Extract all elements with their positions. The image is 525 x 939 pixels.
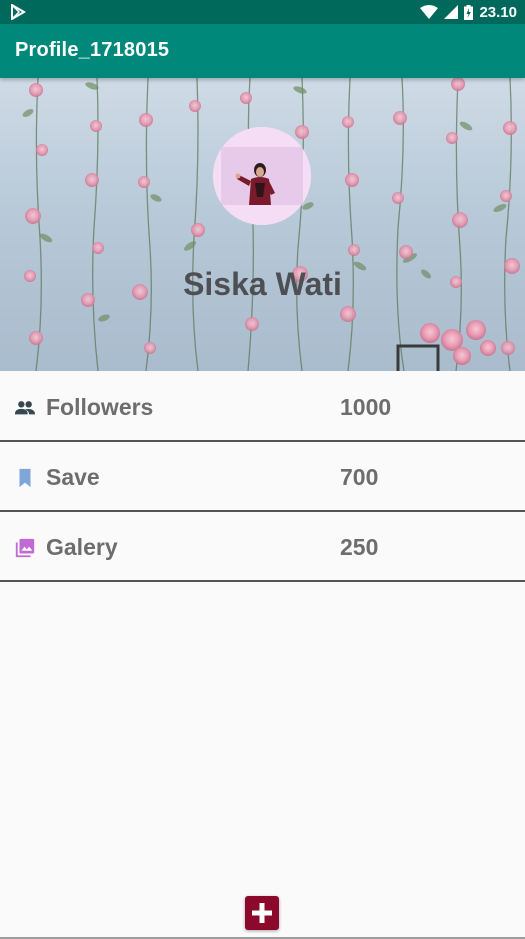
add-button[interactable] (245, 896, 279, 930)
signal-icon (444, 5, 459, 19)
status-time: 23.10 (479, 3, 517, 21)
bookmark-icon (19, 468, 31, 488)
stat-value-followers: 1000 (340, 394, 392, 420)
app-bar: Profile_1718015 (0, 24, 525, 78)
add-icon (252, 903, 272, 923)
profile-photo (213, 127, 311, 225)
wifi-icon (420, 5, 439, 19)
profile-name: Siska Wati (183, 266, 342, 302)
people-icon (14, 401, 36, 415)
photo-library-icon (15, 538, 35, 558)
stats-list: Followers 1000 Save 700 Galery 250 (0, 372, 525, 582)
stat-value-galery: 250 (340, 534, 379, 560)
play-store-notification-icon (11, 4, 26, 20)
app-bar-title: Profile_1718015 (15, 39, 170, 61)
stat-label-followers: Followers (46, 394, 154, 420)
avatar[interactable] (213, 127, 311, 225)
battery-charging-icon (464, 4, 474, 20)
stat-row-followers[interactable]: Followers 1000 (0, 372, 525, 442)
stat-label-save: Save (46, 464, 100, 490)
stat-row-save[interactable]: Save 700 (0, 442, 525, 512)
stat-value-save: 700 (340, 464, 379, 490)
stat-label-galery: Galery (46, 534, 118, 560)
stat-row-galery[interactable]: Galery 250 (0, 512, 525, 582)
profile-header: Siska Wati (0, 78, 525, 371)
status-bar: 23.10 (0, 0, 525, 24)
